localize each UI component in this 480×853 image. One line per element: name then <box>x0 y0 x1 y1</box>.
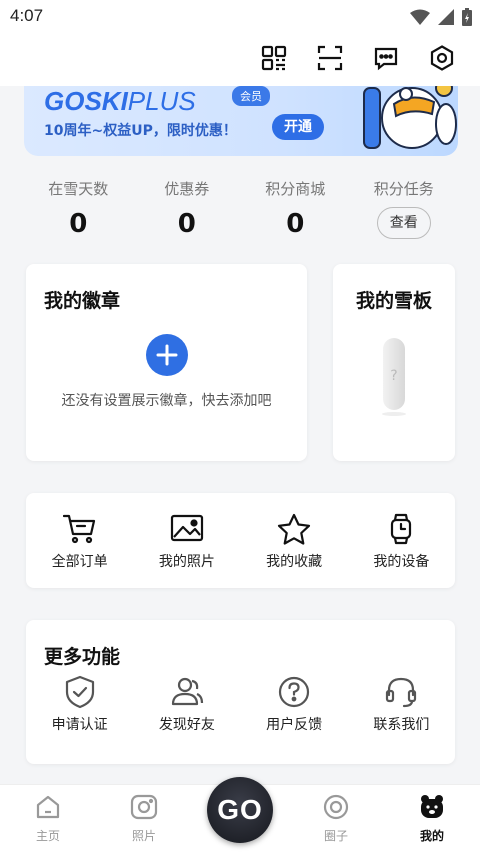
message-button[interactable] <box>372 44 400 72</box>
stat-label: 优惠券 <box>164 180 210 198</box>
scan-icon <box>317 45 343 71</box>
feature-label: 用户反馈 <box>266 717 323 733</box>
contact-us-item[interactable]: 联系我们 <box>348 672 455 734</box>
quick-link-label: 我的照片 <box>158 554 215 570</box>
view-tasks-button[interactable]: 查看 <box>376 207 431 239</box>
mascot-illustration <box>363 86 457 149</box>
membership-banner[interactable]: GOSKIPLUS 会员 10周年~权益UP，限时优惠！ 开通 <box>24 86 458 156</box>
stat-value: 0 <box>177 209 196 239</box>
bear-icon <box>421 795 443 818</box>
snowboard-placeholder-icon: ? <box>382 338 406 416</box>
stat-value: 0 <box>69 209 88 239</box>
apply-certification-item[interactable]: 申请认证 <box>26 672 133 734</box>
snowboard-card[interactable]: 我的雪板 ? <box>333 264 455 461</box>
banner-brand: GOSKIPLUS <box>44 86 196 116</box>
shield-check-icon <box>65 675 94 709</box>
my-photos-item[interactable]: 我的照片 <box>133 493 240 588</box>
status-bar: 4:07 <box>0 0 480 34</box>
friends-icon <box>171 677 203 706</box>
signal-icon <box>438 9 454 25</box>
stat-points-tasks: 积分任务 查看 <box>350 170 459 250</box>
nav-circle[interactable]: 圈子 <box>306 793 366 844</box>
settings-icon <box>430 45 454 71</box>
stat-points-mall[interactable]: 积分商城 0 <box>241 170 350 250</box>
bottom-navigation: 主页 照片 GO 圈子 我的 <box>0 777 480 853</box>
nav-home[interactable]: 主页 <box>18 793 78 844</box>
banner-promo-text: 10周年~权益UP，限时优惠！ <box>44 123 237 139</box>
go-button[interactable]: GO <box>207 777 273 843</box>
photo-icon <box>170 514 203 542</box>
stat-value: 0 <box>286 209 305 239</box>
nav-label: 照片 <box>131 829 156 843</box>
plus-icon <box>156 344 178 366</box>
svg-text:?: ? <box>390 368 397 384</box>
nav-mine[interactable]: 我的 <box>402 793 462 844</box>
quick-link-label: 全部订单 <box>51 554 108 570</box>
wifi-icon <box>410 9 430 25</box>
top-action-bar <box>0 34 480 86</box>
badges-card: 我的徽章 还没有设置展示徽章，快去添加吧 <box>26 264 307 461</box>
stats-row: 在雪天数 0 优惠券 0 积分商城 0 积分任务 查看 <box>24 170 458 250</box>
qr-code-icon <box>261 45 287 71</box>
quick-link-label: 我的设备 <box>373 554 430 570</box>
circle-icon <box>323 794 349 820</box>
my-favorites-item[interactable]: 我的收藏 <box>241 493 348 588</box>
status-icons <box>410 8 472 26</box>
nav-label: 主页 <box>35 829 60 843</box>
watch-icon <box>391 513 412 545</box>
stat-coupons[interactable]: 优惠券 0 <box>133 170 242 250</box>
quick-links-card: 全部订单 我的照片 我的收藏 我的设备 <box>26 493 455 588</box>
home-icon <box>36 795 60 819</box>
feature-label: 发现好友 <box>158 717 215 733</box>
cart-icon <box>62 514 95 544</box>
user-feedback-item[interactable]: 用户反馈 <box>241 672 348 734</box>
scan-button[interactable] <box>316 44 344 72</box>
open-membership-button[interactable]: 开通 <box>272 114 324 140</box>
feedback-icon <box>279 676 310 708</box>
stat-label: 积分商城 <box>265 180 326 198</box>
message-icon <box>374 47 398 71</box>
camera-icon <box>130 794 158 820</box>
star-icon <box>278 513 311 545</box>
my-devices-item[interactable]: 我的设备 <box>348 493 455 588</box>
stat-ski-days[interactable]: 在雪天数 0 <box>24 170 133 250</box>
more-features-card: 更多功能 申请认证 发现好友 用户反馈 联系我们 <box>26 620 455 764</box>
qr-code-button[interactable] <box>260 44 288 72</box>
stat-label: 积分任务 <box>373 180 434 198</box>
badges-empty-hint: 还没有设置展示徽章，快去添加吧 <box>61 393 272 409</box>
all-orders-item[interactable]: 全部订单 <box>26 493 133 588</box>
vip-tag: 会员 <box>232 86 270 106</box>
badges-title: 我的徽章 <box>44 290 121 312</box>
settings-button[interactable] <box>428 44 456 72</box>
add-badge-button[interactable] <box>146 334 188 376</box>
feature-label: 联系我们 <box>373 717 430 733</box>
nav-photos[interactable]: 照片 <box>114 793 174 844</box>
stat-label: 在雪天数 <box>48 180 109 198</box>
find-friends-item[interactable]: 发现好友 <box>133 672 240 734</box>
nav-label: 圈子 <box>323 829 348 843</box>
nav-label: 我的 <box>419 829 444 843</box>
battery-icon <box>462 8 472 26</box>
feature-label: 申请认证 <box>51 717 108 733</box>
more-features-title: 更多功能 <box>44 646 121 668</box>
snowboard-title: 我的雪板 <box>355 290 432 312</box>
status-time: 4:07 <box>10 6 44 25</box>
quick-link-label: 我的收藏 <box>266 554 323 570</box>
headset-icon <box>386 677 417 708</box>
